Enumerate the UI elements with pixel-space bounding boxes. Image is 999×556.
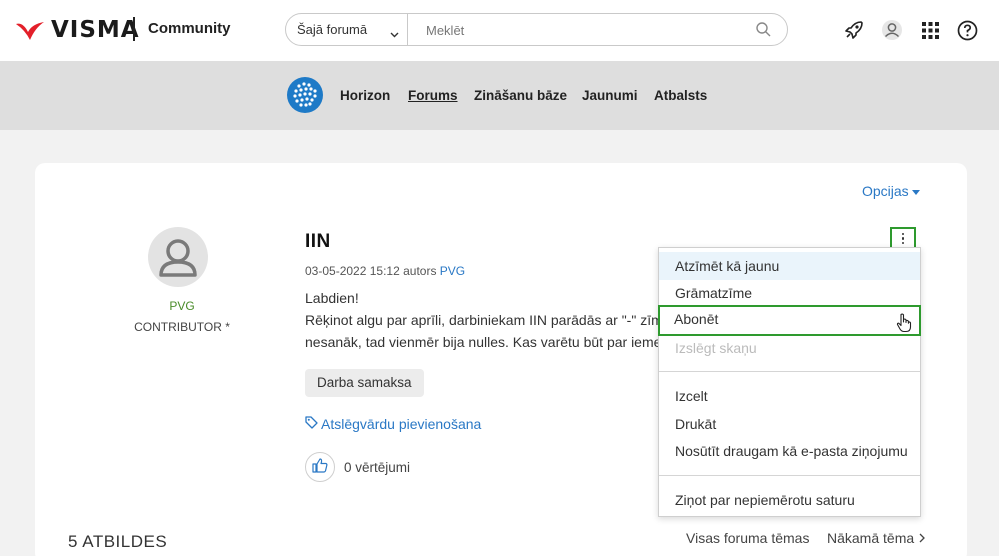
kudo-count: 0 vērtējumi (344, 460, 411, 475)
post-title: IIN (305, 231, 331, 252)
author-avatar[interactable] (148, 227, 208, 287)
menu-item-report-inappropriate[interactable]: Ziņot par nepiemērotu saturu (659, 486, 920, 514)
post-actions-menu: Atzīmēt kā jaunu Grāmatzīme Abonēt Izslē… (658, 247, 921, 517)
post-label-tag[interactable]: Darba samaksa (305, 369, 424, 397)
chevron-right-icon (918, 530, 926, 546)
options-dropdown[interactable]: Opcijas (862, 183, 920, 199)
community-globe-logo-icon[interactable] (287, 77, 323, 113)
menu-item-highlight[interactable]: Izcelt (659, 382, 920, 410)
kebab-dot (901, 237, 905, 240)
add-tags-label: Atslēgvārdu pievienošana (321, 416, 482, 432)
search-icon[interactable] (756, 22, 771, 42)
kudo-button[interactable] (305, 452, 335, 482)
options-label: Opcijas (862, 183, 909, 199)
menu-divider (659, 371, 920, 372)
post-body-line: nesanāk, tad vienmēr bija nulles. Kas va… (305, 334, 660, 350)
kebab-dot (901, 232, 905, 236)
thumbs-up-icon (312, 457, 328, 478)
menu-item-mute: Izslēgt skaņu (675, 340, 757, 356)
community-label[interactable]: Community (148, 20, 231, 37)
logo-divider (133, 17, 135, 41)
nav-support[interactable]: Atbalsts (654, 88, 707, 103)
tag-icon (305, 416, 318, 432)
next-topic-label: Nākamā tēma (827, 530, 915, 546)
post-author-link[interactable]: PVG (440, 264, 465, 278)
rocket-icon[interactable] (842, 18, 866, 42)
visma-logo-mark-icon (15, 20, 45, 40)
menu-item-subscribe[interactable]: Abonēt (658, 305, 921, 336)
nav-news[interactable]: Jaunumi (582, 88, 638, 103)
search-bar: Šajā forumā (285, 13, 788, 46)
menu-divider (659, 475, 920, 476)
hand-pointer-cursor-icon (896, 313, 912, 338)
replies-count: 5 ATBILDES (68, 532, 168, 551)
post-body-line: Labdien! (305, 290, 359, 306)
next-topic-link[interactable]: Nākamā tēma (827, 530, 926, 546)
all-forum-topics-link[interactable]: Visas foruma tēmas (686, 530, 809, 546)
nav-forums[interactable]: Forums (408, 88, 458, 103)
chevron-down-icon (390, 25, 399, 43)
menu-item-email-to-friend[interactable]: Nosūtīt draugam kā e-pasta ziņojumu (659, 437, 920, 465)
menu-item-bookmark[interactable]: Grāmatzīme (659, 279, 920, 307)
kebab-dot (901, 241, 905, 245)
help-icon[interactable] (955, 18, 979, 42)
post-body: Labdien! Rēķinot algu par aprīli, darbin… (305, 287, 660, 353)
menu-item-print[interactable]: Drukāt (659, 410, 920, 438)
search-scope-label: Šajā forumā (297, 22, 368, 37)
search-input[interactable] (426, 20, 746, 40)
user-avatar-icon[interactable] (880, 18, 904, 42)
search-scope-select[interactable]: Šajā forumā (286, 14, 408, 45)
post-date: 03-05-2022 15:12 (305, 264, 400, 278)
forum-nav-band: Horizon Forums Zināšanu bāze Jaunumi Atb… (0, 61, 999, 130)
post-by-label: autors (403, 264, 437, 278)
nav-knowledge-base[interactable]: Zināšanu bāze (474, 88, 567, 103)
visma-logo[interactable]: VISMA (15, 16, 140, 44)
brand-name: VISMA (51, 17, 140, 43)
post-meta: 03-05-2022 15:12 autors PVG (305, 264, 465, 278)
add-tags-link[interactable]: Atslēgvārdu pievienošana (305, 416, 481, 432)
caret-down-icon (911, 189, 920, 195)
nav-horizon[interactable]: Horizon (340, 88, 390, 103)
top-header: VISMA Community Šajā forumā (0, 0, 999, 61)
menu-item-mark-as-new[interactable]: Atzīmēt kā jaunu (659, 252, 920, 280)
post-body-line: Rēķinot algu par aprīli, darbiniekam IIN… (305, 312, 660, 328)
apps-grid-icon[interactable] (918, 18, 942, 42)
